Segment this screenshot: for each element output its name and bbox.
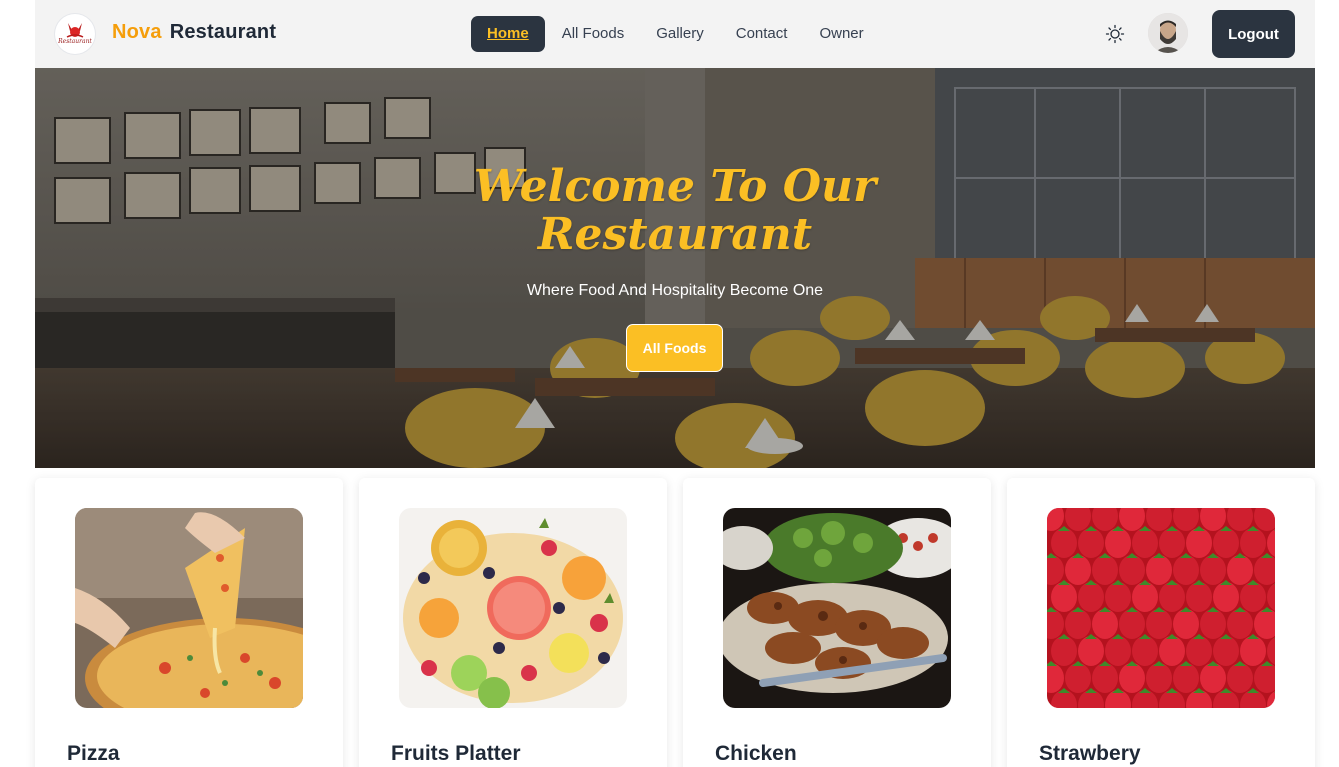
brand-name-part1: Nova (112, 21, 162, 43)
sun-icon[interactable] (1105, 24, 1125, 44)
hero-subtitle: Where Food And Hospitality Become One (526, 282, 824, 299)
nav-link-gallery[interactable]: Gallery (640, 16, 720, 52)
all-foods-button[interactable]: All Foods (626, 324, 723, 372)
hero-title-line1: Welcome To Our (473, 161, 877, 212)
navbar: Restaurant Nova Restaurant Home All Foods… (35, 0, 1315, 68)
hero-banner: Welcome To Our Restaurant Where Food And… (35, 68, 1315, 468)
strawberry-image[interactable] (1047, 508, 1275, 708)
nav-link-contact[interactable]: Contact (720, 16, 804, 52)
fruits-platter-image[interactable] (399, 508, 627, 708)
food-cards: Pizza Fruits Platter Chicken Strawbery (35, 478, 1315, 767)
svg-text:Restaurant: Restaurant (57, 38, 92, 45)
food-card-strawbery[interactable]: Strawbery (1007, 478, 1315, 767)
food-title: Strawbery (1039, 742, 1141, 765)
nav-link-home[interactable]: Home (471, 16, 545, 52)
restaurant-logo-icon[interactable]: Restaurant (55, 14, 95, 54)
hero-title-line2: Restaurant (537, 209, 813, 260)
food-title: Fruits Platter (391, 742, 521, 765)
nav-link-all-foods[interactable]: All Foods (546, 16, 641, 52)
food-card-pizza[interactable]: Pizza (35, 478, 343, 767)
pizza-image[interactable] (75, 508, 303, 708)
nav-link-owner[interactable]: Owner (803, 16, 879, 52)
brand-name[interactable]: Nova Restaurant (112, 21, 276, 44)
hero-title: Welcome To Our Restaurant (35, 163, 1315, 259)
food-card-fruits-platter[interactable]: Fruits Platter (359, 478, 667, 767)
user-avatar[interactable] (1148, 13, 1188, 53)
logout-button[interactable]: Logout (1212, 10, 1295, 58)
brand-name-part2: Restaurant (169, 21, 277, 43)
food-title: Chicken (715, 742, 797, 765)
food-card-chicken[interactable]: Chicken (683, 478, 991, 767)
nav-links: Home All Foods Gallery Contact Owner (471, 16, 880, 52)
chicken-image[interactable] (723, 508, 951, 708)
food-title: Pizza (67, 742, 120, 765)
hero-overlay (35, 68, 1315, 468)
